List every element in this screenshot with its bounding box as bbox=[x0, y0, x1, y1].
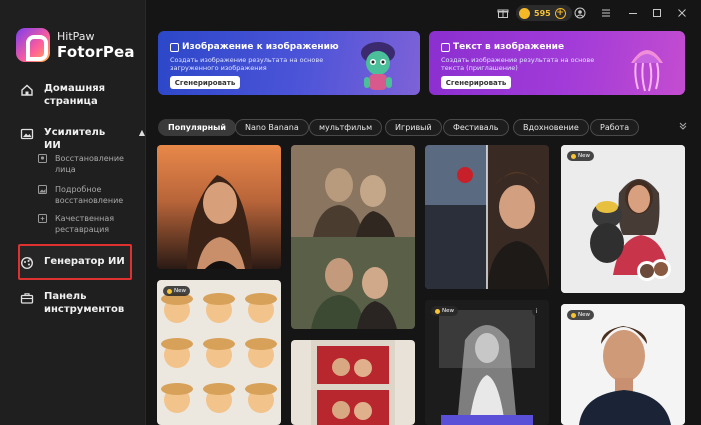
new-badge-label: New bbox=[442, 308, 454, 314]
new-badge: New bbox=[567, 151, 594, 161]
filter-popular[interactable]: Популярный bbox=[158, 119, 237, 136]
nav-ai-generator-label: Генератор ИИ bbox=[44, 256, 125, 267]
home-icon bbox=[20, 83, 34, 97]
new-badge-label: New bbox=[578, 312, 590, 318]
gallery-card-vintage-photo[interactable] bbox=[291, 145, 415, 329]
nav-sub-2-line2: восстановление bbox=[55, 196, 124, 205]
banner-1-generate-button[interactable]: Сгенерировать bbox=[170, 76, 240, 89]
image-detail-icon bbox=[38, 185, 47, 194]
ai-generator-icon bbox=[20, 256, 34, 270]
star-icon bbox=[571, 153, 576, 159]
nav-home-line2: страница bbox=[44, 96, 98, 107]
gallery-card-stickers[interactable]: New bbox=[157, 280, 281, 425]
app-logo bbox=[16, 28, 50, 62]
account-icon[interactable] bbox=[574, 7, 586, 19]
title-bar: 595 + bbox=[146, 0, 701, 26]
sidebar: HitPaw FotorPea Домашняя страница Усилите… bbox=[0, 0, 146, 425]
filter-work[interactable]: Работа bbox=[590, 119, 640, 136]
nav-toolbox-line1: Панель bbox=[44, 291, 87, 302]
toolbox-icon bbox=[20, 291, 34, 305]
filter-nano-banana[interactable]: Nano Banana bbox=[235, 119, 309, 136]
photobooth-strip-image bbox=[311, 340, 395, 425]
banner-1-title: Изображение к изображению bbox=[182, 42, 339, 52]
nav-sub-3-line1: Качественная bbox=[55, 214, 115, 223]
gallery-card-split-portrait[interactable] bbox=[425, 145, 549, 289]
new-badge: New bbox=[567, 310, 594, 320]
filter-playful[interactable]: Игривый bbox=[385, 119, 442, 136]
jellyfish-illustration bbox=[631, 50, 663, 92]
text-image-icon bbox=[441, 43, 450, 52]
split-portrait-image bbox=[425, 145, 549, 289]
sparkle-image-icon bbox=[38, 214, 47, 223]
filter-inspiration[interactable]: Вдохновение bbox=[513, 119, 589, 136]
coin-icon bbox=[519, 7, 530, 19]
new-badge-label: New bbox=[174, 288, 186, 294]
nav-sub-face-restore[interactable]: Восстановление лица bbox=[38, 153, 124, 175]
nav-ai-enhancer[interactable]: Усилитель ИИ ▲ bbox=[20, 126, 145, 152]
maximize-icon[interactable] bbox=[651, 7, 663, 19]
star-icon bbox=[167, 288, 172, 294]
banner-text-to-image[interactable]: Текст в изображение Создать изображение … bbox=[429, 31, 685, 95]
nav-sub-1-line2: лица bbox=[55, 165, 76, 174]
gallery-card-photobooth[interactable] bbox=[291, 340, 415, 425]
menu-icon[interactable] bbox=[600, 7, 612, 19]
enhance-image-icon bbox=[20, 127, 34, 141]
filter-cartoon[interactable]: мультфильм bbox=[309, 119, 383, 136]
mother-child-bear-image bbox=[561, 145, 685, 293]
nav-toolbox[interactable]: Панель инструментов bbox=[20, 290, 124, 316]
nav-sub-1-line1: Восстановление bbox=[55, 154, 124, 163]
expand-filters-icon[interactable] bbox=[678, 121, 688, 131]
gallery-card-portrait-sunset[interactable] bbox=[157, 145, 281, 269]
new-badge: New bbox=[163, 286, 190, 296]
nav-home-line1: Домашняя bbox=[44, 83, 106, 94]
credits-count: 595 bbox=[534, 8, 551, 18]
nav-ai-enhancer-label: Усилитель ИИ bbox=[44, 127, 106, 151]
new-badge-label: New bbox=[578, 153, 590, 159]
close-icon[interactable] bbox=[676, 7, 688, 19]
star-icon bbox=[571, 312, 576, 318]
nav-toolbox-line2: инструментов bbox=[44, 304, 125, 315]
nav-sub-3-line2: реставрация bbox=[55, 225, 110, 234]
nav-sub-2-line1: Подробное bbox=[55, 185, 102, 194]
nav-sub-quality-restore[interactable]: Качественная реставрация bbox=[38, 213, 114, 235]
male-headshot-image bbox=[561, 304, 685, 425]
face-icon bbox=[38, 154, 47, 163]
image-icon bbox=[170, 43, 179, 52]
gallery-card-headshot[interactable]: New bbox=[561, 304, 685, 425]
cartoon-stickers-image bbox=[161, 293, 277, 413]
filter-festival[interactable]: Фестиваль bbox=[443, 119, 509, 136]
gallery-card-bw-bride[interactable]: New i bbox=[425, 300, 549, 425]
black-white-bride-image bbox=[425, 300, 549, 425]
portrait-sunset-image bbox=[157, 145, 281, 269]
vintage-couple-photo-image bbox=[291, 145, 415, 329]
banner-2-generate-button[interactable]: Сгенерировать bbox=[441, 76, 511, 89]
nav-ai-generator[interactable]: Генератор ИИ bbox=[20, 255, 125, 270]
banner-1-description: Создать изображение результата на основе… bbox=[170, 56, 324, 72]
star-icon bbox=[435, 308, 440, 314]
gallery-card-family-bear[interactable]: New bbox=[561, 145, 685, 293]
nav-sub-detail-restore[interactable]: Подробное восстановление bbox=[38, 184, 123, 206]
banner-2-title: Текст в изображение bbox=[453, 42, 565, 52]
add-credits-icon[interactable]: + bbox=[554, 7, 566, 19]
gift-icon[interactable] bbox=[497, 7, 509, 19]
info-icon[interactable]: i bbox=[532, 307, 541, 316]
credits-balance[interactable]: 595 + bbox=[516, 5, 572, 21]
caret-up-icon[interactable]: ▲ bbox=[139, 126, 145, 139]
brand-small: HitPaw bbox=[57, 30, 95, 43]
nav-home[interactable]: Домашняя страница bbox=[20, 82, 105, 108]
banner-image-to-image[interactable]: Изображение к изображению Создать изобра… bbox=[158, 31, 420, 95]
app-window: HitPaw FotorPea Домашняя страница Усилите… bbox=[0, 0, 701, 425]
banner-2-description: Создать изображение результата на основе… bbox=[441, 56, 595, 72]
minimize-icon[interactable] bbox=[627, 7, 639, 19]
new-badge: New bbox=[431, 306, 458, 316]
cartoon-character-illustration bbox=[361, 42, 395, 90]
brand-name: FotorPea bbox=[57, 43, 135, 61]
